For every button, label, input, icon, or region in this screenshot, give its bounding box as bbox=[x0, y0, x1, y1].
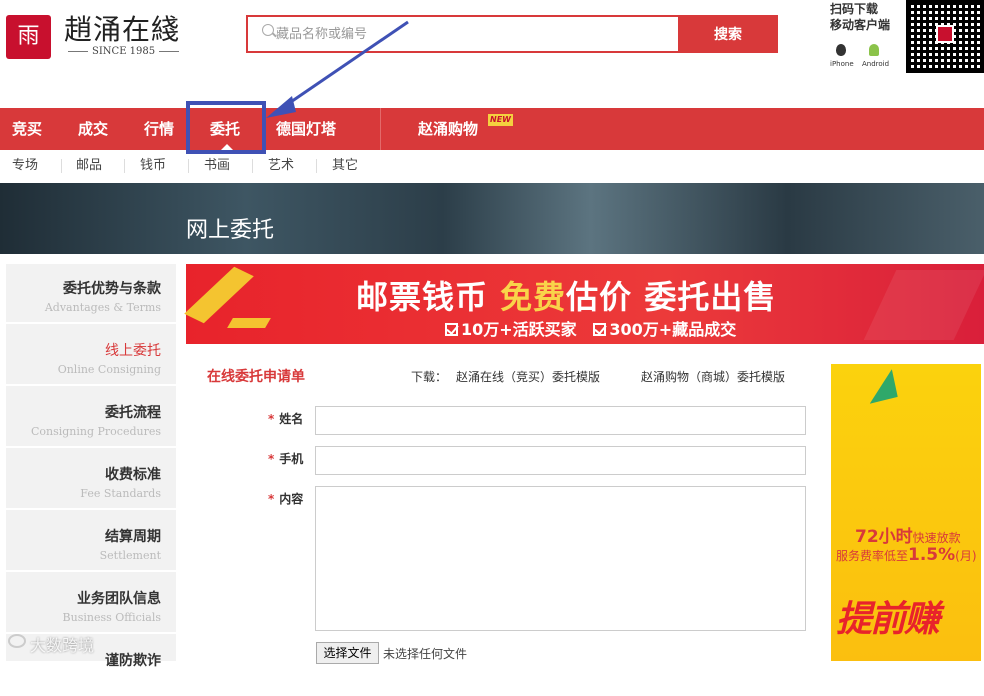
nav-item-german-lighthouse[interactable]: 德国灯塔 bbox=[276, 108, 336, 150]
subnav-item-coins[interactable]: 钱币 bbox=[140, 150, 166, 182]
subnav-item-calligraphy[interactable]: 书画 bbox=[204, 150, 230, 182]
app-download-line1: 扫码下载 bbox=[830, 2, 879, 16]
sidebar-item-label: 结算周期 bbox=[105, 529, 161, 545]
sidebar-item-fees[interactable]: 收费标准 Fee Standards bbox=[6, 450, 176, 510]
ad-slogan: 提前赚 bbox=[836, 599, 940, 640]
nav-item-bidding[interactable]: 竞买 bbox=[12, 108, 42, 150]
ad-line1-small: 快速放款 bbox=[912, 531, 961, 545]
subnav-item-other[interactable]: 其它 bbox=[332, 150, 358, 182]
promo-headline-free: 免费 bbox=[500, 278, 567, 316]
promo-sub-2: 300万+藏品成交 bbox=[609, 320, 737, 339]
ad-line2-suffix: (月) bbox=[955, 549, 977, 563]
sidebar-item-label: 委托流程 bbox=[105, 405, 161, 421]
subnav-divider bbox=[316, 159, 317, 173]
android-icon[interactable] bbox=[869, 44, 879, 56]
sidebar-item-online-consigning[interactable]: 线上委托 Online Consigning bbox=[6, 326, 176, 386]
subnav-item-special[interactable]: 专场 bbox=[12, 150, 38, 182]
sidebar-item-label: 收费标准 bbox=[105, 467, 161, 483]
sidebar-item-label: 业务团队信息 bbox=[77, 591, 161, 607]
phone-label-text: 手机 bbox=[279, 452, 304, 466]
name-label-text: 姓名 bbox=[279, 412, 304, 426]
sidebar-item-sublabel: Advantages & Terms bbox=[44, 301, 161, 314]
logo-since: SINCE 1985 bbox=[64, 46, 183, 57]
sidebar-item-label: 线上委托 bbox=[105, 343, 161, 359]
sidebar-item-sublabel: Consigning Procedures bbox=[30, 425, 161, 438]
annotation-highlight-box bbox=[186, 101, 266, 154]
ad-line2-small: 服务费率低至 bbox=[836, 549, 909, 563]
phone-field-label: * 手机 bbox=[268, 452, 304, 466]
sidebar-item-sublabel: Fee Standards bbox=[80, 487, 161, 500]
content-field-label: * 内容 bbox=[268, 492, 304, 506]
promo-decoration bbox=[227, 318, 271, 328]
promo-headline-c: 估价 委托出售 bbox=[566, 278, 777, 316]
ad-line1-big: 72小时 bbox=[855, 527, 913, 547]
content-label-text: 内容 bbox=[279, 492, 304, 506]
new-badge: NEW bbox=[488, 114, 513, 126]
page-title: 网上委托 bbox=[186, 218, 275, 243]
promo-sub-1: 10万+活跃买家 bbox=[461, 320, 577, 339]
logo-icon[interactable]: 雨 bbox=[6, 15, 51, 59]
sidebar-item-sublabel: Settlement bbox=[99, 549, 161, 562]
search-button[interactable]: 搜索 bbox=[678, 15, 778, 53]
search-icon bbox=[262, 24, 274, 36]
watermark-logo-icon bbox=[8, 634, 26, 648]
download-template-mall-link[interactable]: 赵涌购物（商城）委托模版 bbox=[641, 368, 785, 385]
promo-headline-a: 邮票钱币 bbox=[356, 278, 501, 316]
iphone-label[interactable]: iPhone bbox=[830, 60, 854, 68]
nav-divider bbox=[380, 108, 381, 150]
nav-item-shopping[interactable]: 赵涌购物 bbox=[418, 108, 478, 150]
logo-name[interactable]: 趙涌在綫 bbox=[64, 8, 180, 48]
phone-field[interactable] bbox=[315, 446, 806, 475]
subnav-divider bbox=[188, 159, 189, 173]
name-field[interactable] bbox=[315, 406, 806, 435]
search-input[interactable] bbox=[276, 19, 666, 49]
checkbox-icon bbox=[593, 323, 607, 336]
nav-item-deals[interactable]: 成交 bbox=[78, 108, 108, 150]
sidebar-item-sublabel: Business Officials bbox=[62, 611, 161, 624]
qr-logo-icon bbox=[936, 25, 954, 43]
promo-headline: 邮票钱币 免费估价 委托出售 bbox=[356, 272, 776, 318]
sidebar-item-sublabel: Online Consigning bbox=[57, 363, 161, 376]
ad-line2: 服务费率低至1.5%(月) bbox=[836, 545, 977, 565]
name-field-label: * 姓名 bbox=[268, 412, 304, 426]
android-label[interactable]: Android bbox=[862, 60, 889, 68]
subnav-divider bbox=[124, 159, 125, 173]
watermark: 大数跨境 bbox=[30, 636, 95, 655]
subnav-divider bbox=[61, 159, 62, 173]
subnav-item-art[interactable]: 艺术 bbox=[268, 150, 294, 182]
page-banner bbox=[0, 183, 984, 254]
promo-subline: 10万+活跃买家 300万+藏品成交 bbox=[445, 316, 736, 340]
sidebar-item-advantages[interactable]: 委托优势与条款 Advantages & Terms bbox=[6, 264, 176, 324]
download-template-auction-link[interactable]: 赵涌在线（竞买）委托模版 bbox=[456, 368, 600, 385]
subnav-item-stamps[interactable]: 邮品 bbox=[76, 150, 102, 182]
app-download-line2: 移动客户端 bbox=[830, 18, 891, 32]
sidebar-item-procedures[interactable]: 委托流程 Consigning Procedures bbox=[6, 388, 176, 448]
subnav-divider bbox=[252, 159, 253, 173]
ad-line2-big: 1.5% bbox=[908, 545, 956, 565]
logo-since-text: SINCE 1985 bbox=[92, 46, 156, 57]
sidebar-item-label: 委托优势与条款 bbox=[63, 281, 161, 297]
file-status: 未选择任何文件 bbox=[383, 647, 468, 661]
checkbox-icon bbox=[445, 323, 458, 336]
form-title: 在线委托申请单 bbox=[207, 369, 305, 385]
ad-line1: 72小时快速放款 bbox=[855, 522, 961, 547]
sidebar-item-settlement[interactable]: 结算周期 Settlement bbox=[6, 512, 176, 572]
sidebar-item-business-team[interactable]: 业务团队信息 Business Officials bbox=[6, 574, 176, 634]
content-textarea[interactable] bbox=[315, 486, 806, 631]
download-label: 下载： bbox=[411, 370, 448, 384]
nav-item-market[interactable]: 行情 bbox=[144, 108, 174, 150]
apple-icon[interactable] bbox=[836, 44, 846, 56]
